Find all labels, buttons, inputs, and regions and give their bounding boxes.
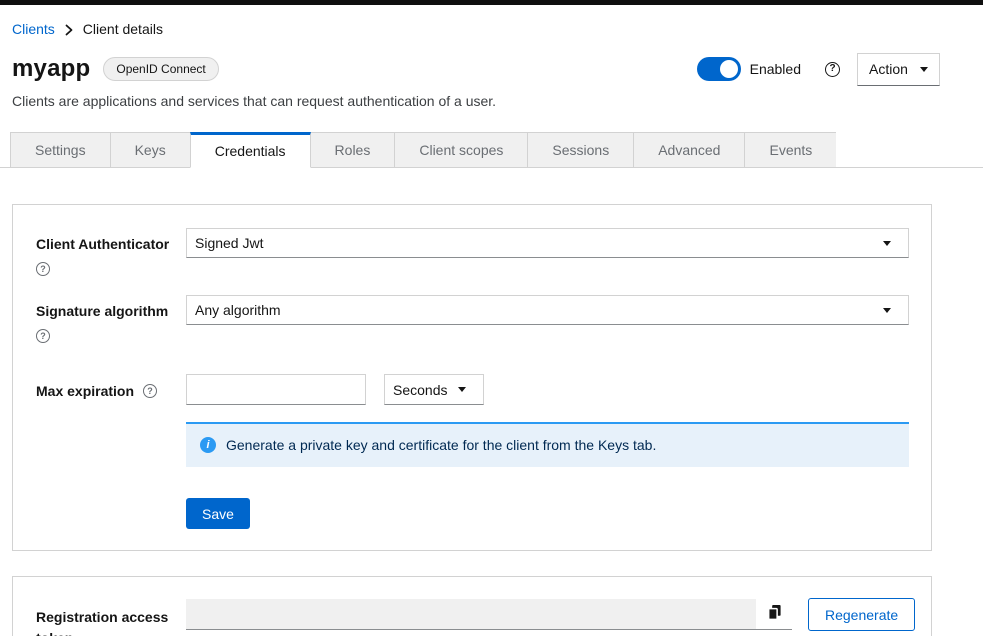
registration-token-label: Registration access token? <box>36 599 176 636</box>
caret-down-icon <box>883 241 891 246</box>
enabled-toggle[interactable] <box>697 57 741 81</box>
tab-client-scopes[interactable]: Client scopes <box>394 132 527 168</box>
enabled-help-icon[interactable]: ? <box>825 62 840 77</box>
client-authenticator-select[interactable]: Signed Jwt <box>186 228 909 258</box>
regenerate-button[interactable]: Regenerate <box>808 598 915 631</box>
save-row: Save <box>36 498 909 529</box>
registration-token-card: Registration access token? Regenerate <box>12 576 932 636</box>
registration-token-input-group <box>186 599 792 630</box>
breadcrumb-current: Client details <box>83 20 163 39</box>
credentials-card: Client Authenticator ? Signed Jwt Signat… <box>12 204 932 551</box>
registration-token-input <box>186 599 756 629</box>
copy-button[interactable] <box>756 599 792 629</box>
client-protocol-badge: OpenID Connect <box>103 57 218 81</box>
client-authenticator-value: Signed Jwt <box>195 235 263 251</box>
tab-sessions[interactable]: Sessions <box>527 132 633 168</box>
tab-settings[interactable]: Settings <box>10 132 110 168</box>
toggle-knob <box>720 60 738 78</box>
tab-events[interactable]: Events <box>744 132 836 168</box>
info-alert: i Generate a private key and certificate… <box>186 422 909 467</box>
time-unit-select[interactable]: Seconds <box>384 374 484 405</box>
enabled-label: Enabled <box>750 61 801 77</box>
max-expiration-label: Max expiration ? <box>36 374 186 399</box>
client-authenticator-help-icon[interactable]: ? <box>36 262 50 276</box>
masthead-bar <box>0 0 983 5</box>
signature-algorithm-label: Signature algorithm ? <box>36 295 186 343</box>
page-title: myapp <box>12 55 90 83</box>
info-alert-text: Generate a private key and certificate f… <box>226 436 656 454</box>
signature-algorithm-row: Signature algorithm ? Any algorithm <box>36 295 909 343</box>
action-dropdown[interactable]: Action <box>857 53 940 86</box>
caret-down-icon <box>883 308 891 313</box>
time-unit-value: Seconds <box>393 382 447 398</box>
registration-token-row: Registration access token? Regenerate <box>36 599 909 636</box>
breadcrumb: Clients Client details <box>12 20 983 39</box>
tab-advanced[interactable]: Advanced <box>633 132 744 168</box>
tabs-spacer <box>836 132 983 168</box>
page-header: myapp OpenID Connect Enabled ? Action <box>12 51 940 87</box>
info-alert-row: i Generate a private key and certificate… <box>36 422 909 467</box>
signature-algorithm-select[interactable]: Any algorithm <box>186 295 909 325</box>
max-expiration-row: Max expiration ? Seconds <box>36 374 909 405</box>
caret-down-icon <box>458 387 466 392</box>
client-authenticator-label: Client Authenticator ? <box>36 228 186 276</box>
breadcrumb-chevron-icon <box>64 24 74 36</box>
caret-down-icon <box>920 67 928 72</box>
copy-icon <box>767 604 782 624</box>
info-icon: i <box>200 437 216 453</box>
action-dropdown-label: Action <box>869 61 908 77</box>
tabs-bar: Settings Keys Credentials Roles Client s… <box>0 132 983 168</box>
tab-credentials[interactable]: Credentials <box>190 132 311 168</box>
tab-roles[interactable]: Roles <box>311 132 395 168</box>
signature-algorithm-help-icon[interactable]: ? <box>36 329 50 343</box>
tabs-spacer <box>0 132 10 168</box>
breadcrumb-link-clients[interactable]: Clients <box>12 20 55 39</box>
max-expiration-input[interactable] <box>186 374 366 405</box>
client-authenticator-row: Client Authenticator ? Signed Jwt <box>36 228 909 276</box>
tab-keys[interactable]: Keys <box>110 132 190 168</box>
signature-algorithm-value: Any algorithm <box>195 302 281 318</box>
max-expiration-help-icon[interactable]: ? <box>143 384 157 398</box>
page-description: Clients are applications and services th… <box>12 93 983 110</box>
save-button[interactable]: Save <box>186 498 250 529</box>
